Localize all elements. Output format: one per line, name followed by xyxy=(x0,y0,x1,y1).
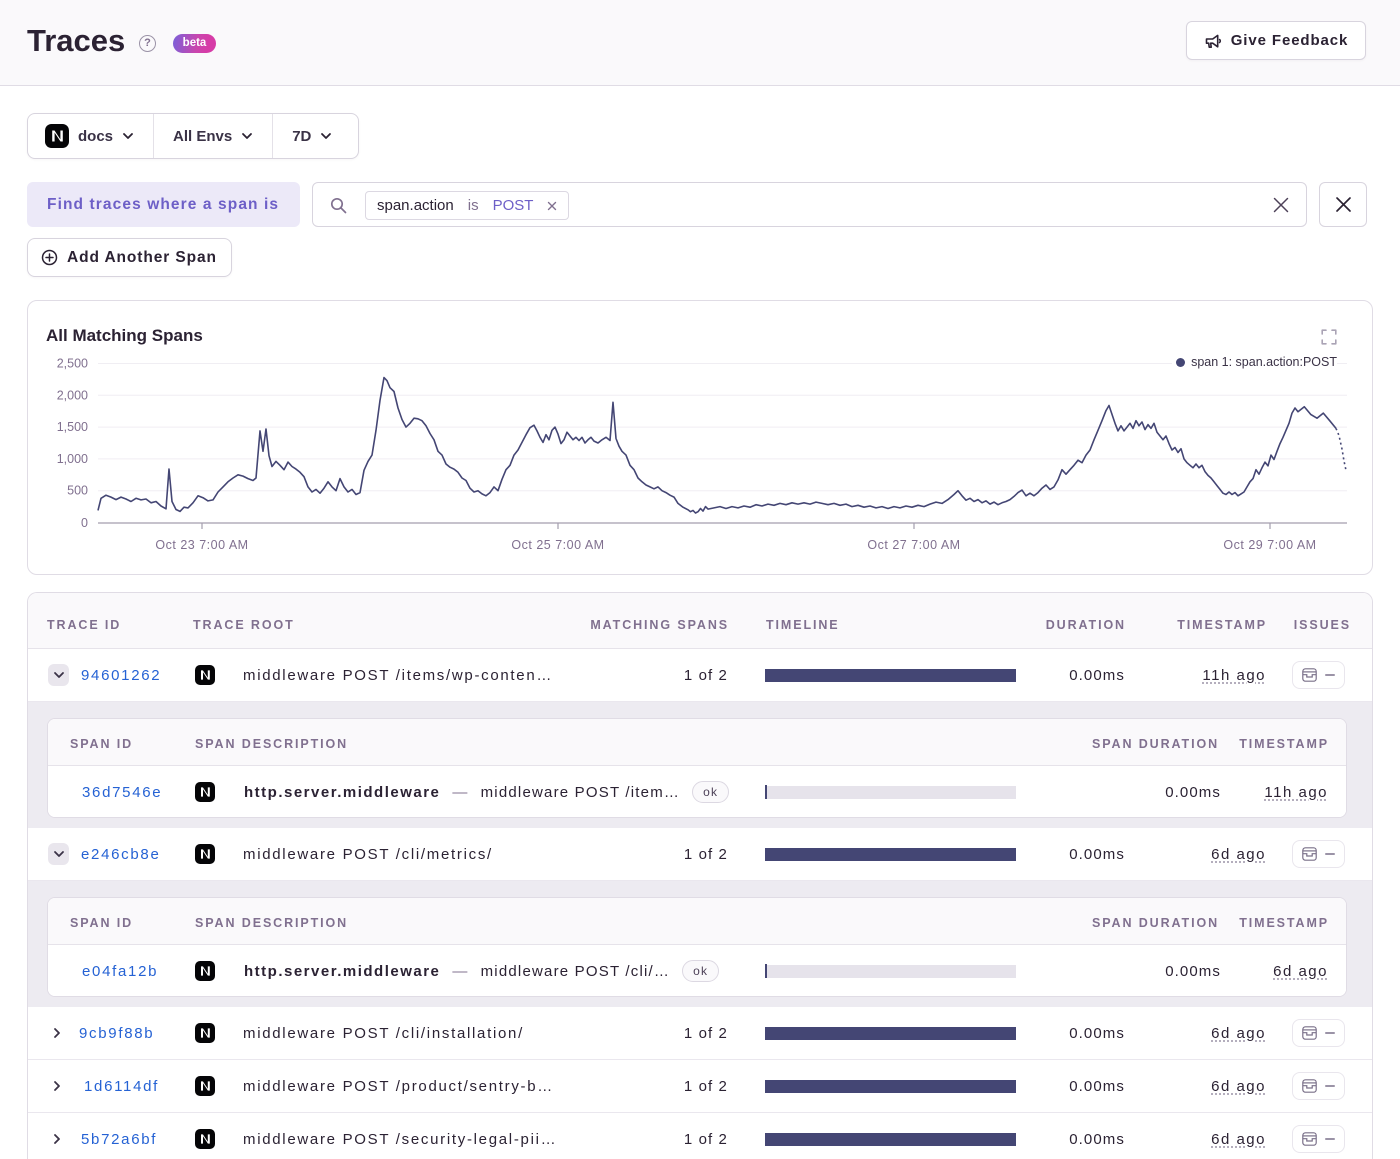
svg-text:2,500: 2,500 xyxy=(57,357,88,371)
svg-text:Oct 25 7:00 AM: Oct 25 7:00 AM xyxy=(511,538,604,552)
svg-text:Oct 27 7:00 AM: Oct 27 7:00 AM xyxy=(867,538,960,552)
svg-text:Oct 23 7:00 AM: Oct 23 7:00 AM xyxy=(155,538,248,552)
svg-text:1,500: 1,500 xyxy=(57,420,88,434)
svg-text:2,000: 2,000 xyxy=(57,388,88,402)
svg-text:0: 0 xyxy=(81,516,88,530)
svg-text:1,000: 1,000 xyxy=(57,452,88,466)
svg-text:500: 500 xyxy=(67,484,88,498)
svg-text:Oct 29 7:00 AM: Oct 29 7:00 AM xyxy=(1223,538,1316,552)
